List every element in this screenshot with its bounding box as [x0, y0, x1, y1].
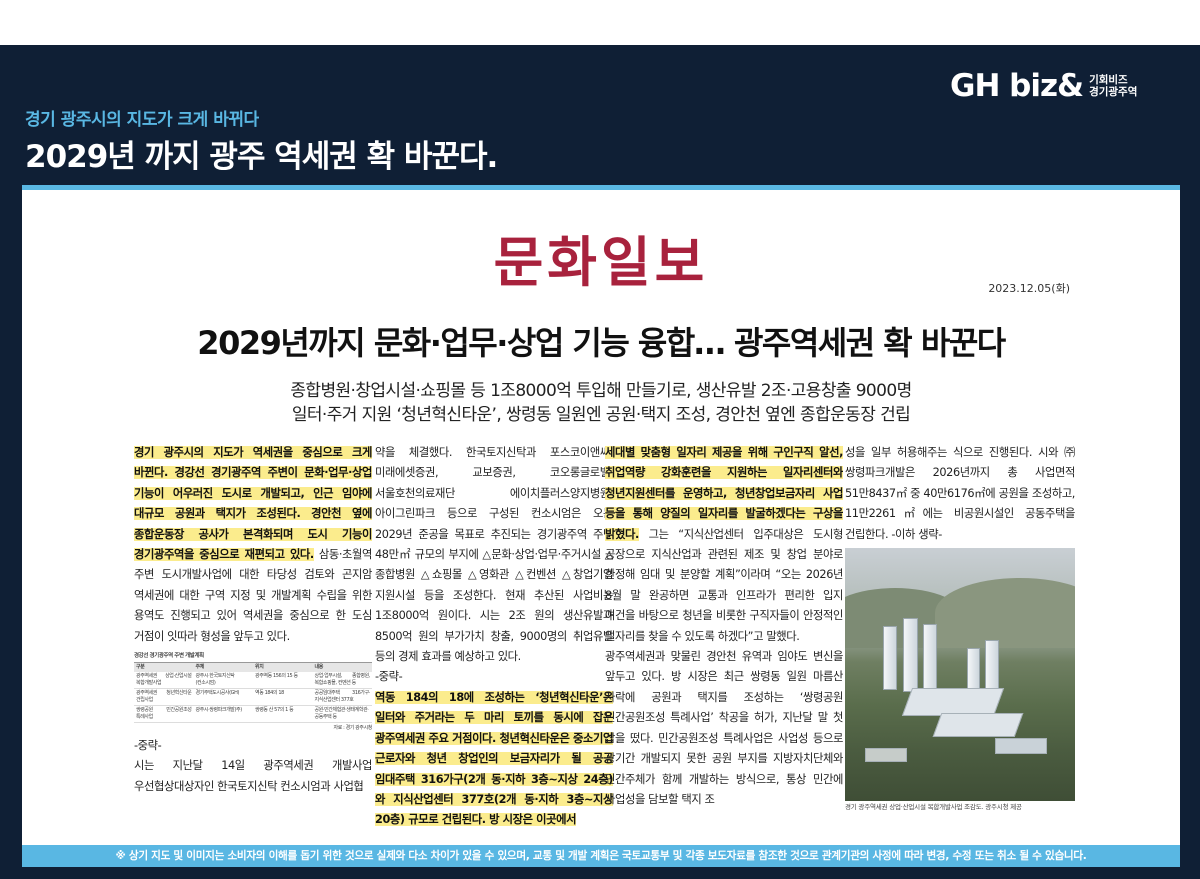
table-header: 내용: [312, 662, 372, 673]
article-deck-line1: 종합병원·창업시설·쇼핑몰 등 1조8000억 투입해 만들기로, 생산유발 2…: [290, 381, 912, 401]
table-row: 광주역세권 청년혁신타운 건립사업 경기주택도시공사(GH) 역동 184의 1…: [134, 688, 372, 707]
article-column-4: 성을 일부 허용해주는 식으로 진행된다. 시와 ㈜쌍령파크개발은 2026년까…: [845, 443, 1075, 845]
development-plan-table: 경강선 경기광주역 주변 개발계획 구분 주체 위치 내용 광주역세권 상업·산…: [134, 653, 372, 732]
table-cell: 광주역세권 상업·산업시설 복합개발사업: [134, 672, 194, 690]
ad-subtitle: 경기 광주시의 지도가 크게 바뀌다: [25, 110, 259, 130]
body-text: 시는 지난달 14일 광주역세권 개발사업 우선협상대상자인 한국토지신탁 컨소…: [134, 759, 372, 793]
table-cell: 광주역세권 청년혁신타운 건립사업: [134, 688, 194, 707]
article-title: 2029년까지 문화·업무·상업 기능 융합… 광주역세권 확 바꾼다: [197, 324, 1006, 362]
logo-sub-line1: 기회비즈: [1089, 74, 1128, 86]
tower-shape: [923, 624, 937, 693]
newspaper-clipping: 문화일보 2023.12.05(화) 2029년까지 문화·업무·상업 기능 융…: [22, 190, 1180, 845]
table-cell: 공공임대주택 316가구·지식산업센터 377호: [312, 688, 372, 707]
article-deck-line2: 일터·주거 지원 ‘청년혁신타운’, 쌍령동 일원엔 공원·택지 조성, 경안천…: [291, 405, 911, 425]
end-mark: -이하 생략-: [888, 527, 942, 541]
ad-headline: 2029년 까지 광주 역세권 확 바꾼다.: [25, 139, 498, 175]
logo-sub-line2: 경기광주역: [1089, 86, 1138, 98]
article-column-2: 약을 체결했다. 한국토지신탁과 포스코이앤씨, 미래에셋증권, 교보증권, 코…: [375, 443, 613, 845]
body-text: 삼동·초월역 주변 도시개발사업에 대한 타당성 검토와 곤지암 역세권에 대한…: [134, 548, 372, 643]
table-cell: 광주시·쌍령파크개발(주): [193, 705, 253, 724]
body-text: 성을 일부 허용해주는 식으로 진행된다. 시와 ㈜쌍령파크개발은 2026년까…: [845, 446, 1075, 541]
table-cell: 공원·민간체험관·생태계학관·공동주택 등: [312, 705, 372, 724]
omission-mark: -중략-: [375, 670, 403, 684]
highlighted-text: 경기 광주시의 지도가 역세권을 중심으로 크게 바뀐다. 경강선 경기광주역 …: [134, 446, 372, 562]
plan-table: 구분 주체 위치 내용 광주역세권 상업·산업시설 복합개발사업 광주시·한국토…: [134, 662, 372, 724]
table-row: 광주역세권 상업·산업시설 복합개발사업 광주시·한국토지신탁(컨소시엄) 광주…: [134, 672, 372, 690]
table-cell: 경기주택도시공사(GH): [193, 688, 253, 707]
table-header: 위치: [253, 662, 313, 673]
table-header: 주체: [193, 662, 253, 673]
table-cell: 쌍령공원 민간공원조성 특례사업: [134, 705, 194, 724]
table-cell: 상업·업무시설, 종합병원, 복합쇼핑몰, 컨벤션 등: [312, 672, 372, 690]
hill-shape: [935, 578, 1075, 649]
disclaimer-bar: ※ 상기 지도 및 이미지는 소비자의 이해를 돕기 위한 것으로 실제와 다소…: [22, 845, 1180, 867]
logo-wordmark: GH biz&: [950, 67, 1084, 104]
table-source: 자료 : 경기 광주시청: [333, 725, 372, 732]
body-text: 그는 “지식산업센터 입주대상은 도시형 공장으로 지식산업과 관련된 제조 및…: [605, 527, 843, 643]
article-column-1: 경기 광주시의 지도가 역세권을 중심으로 크게 바뀐다. 경강선 경기광주역 …: [134, 443, 372, 845]
highlighted-text: 세대별 맞춤형 일자리 제공을 위해 구인구직 알선, 취업역량 강화훈련을 지…: [605, 446, 843, 541]
body-text: 광주역세권과 맞물린 경안천 유역과 임야도 변신을 앞두고 있다. 방 시장은…: [605, 650, 843, 806]
table-cell: 광주시·한국토지신탁(컨소시엄): [193, 672, 253, 690]
tower-shape: [903, 618, 918, 693]
photo-caption: 경기 광주역세권 상업·산업시설 복합개발사업 조감도. 광주시청 제공: [845, 803, 1022, 812]
article-date: 2023.12.05(화): [988, 282, 1070, 295]
table-header: 구분: [134, 662, 194, 673]
table-cell: 광주역동 156의 15 등: [253, 672, 313, 690]
building-shape: [995, 738, 1047, 755]
logo-subtext: 기회비즈 경기광주역: [1089, 74, 1137, 98]
table-cell: 역동 184의 18: [253, 688, 313, 707]
article-column-3: 세대별 맞춤형 일자리 제공을 위해 구인구직 알선, 취업역량 강화훈련을 지…: [605, 443, 843, 845]
table-row: 쌍령공원 민간공원조성 특례사업 광주시·쌍령파크개발(주) 쌍령동 산 57의…: [134, 705, 372, 724]
mall-roof-shape: [932, 713, 1024, 738]
ghbiz-logo: GH biz& 기회비즈 경기광주역: [950, 66, 1137, 106]
table-cell: 쌍령동 산 57의 1 등: [253, 705, 313, 724]
omission-mark: -중략-: [134, 739, 162, 753]
tower-shape: [883, 626, 897, 691]
building-shape: [865, 748, 907, 763]
aerial-rendering-image: [845, 548, 1075, 802]
table-title: 경강선 경기광주역 주변 개발계획: [134, 653, 204, 660]
mall-roof-shape: [901, 688, 1005, 717]
body-text: 약을 체결했다. 한국토지신탁과 포스코이앤씨, 미래에셋증권, 교보증권, 코…: [375, 446, 613, 664]
highlighted-text: 역동 184의 18에 조성하는 ‘청년혁신타운’은 일터와 주거라는 두 마리…: [375, 690, 613, 827]
